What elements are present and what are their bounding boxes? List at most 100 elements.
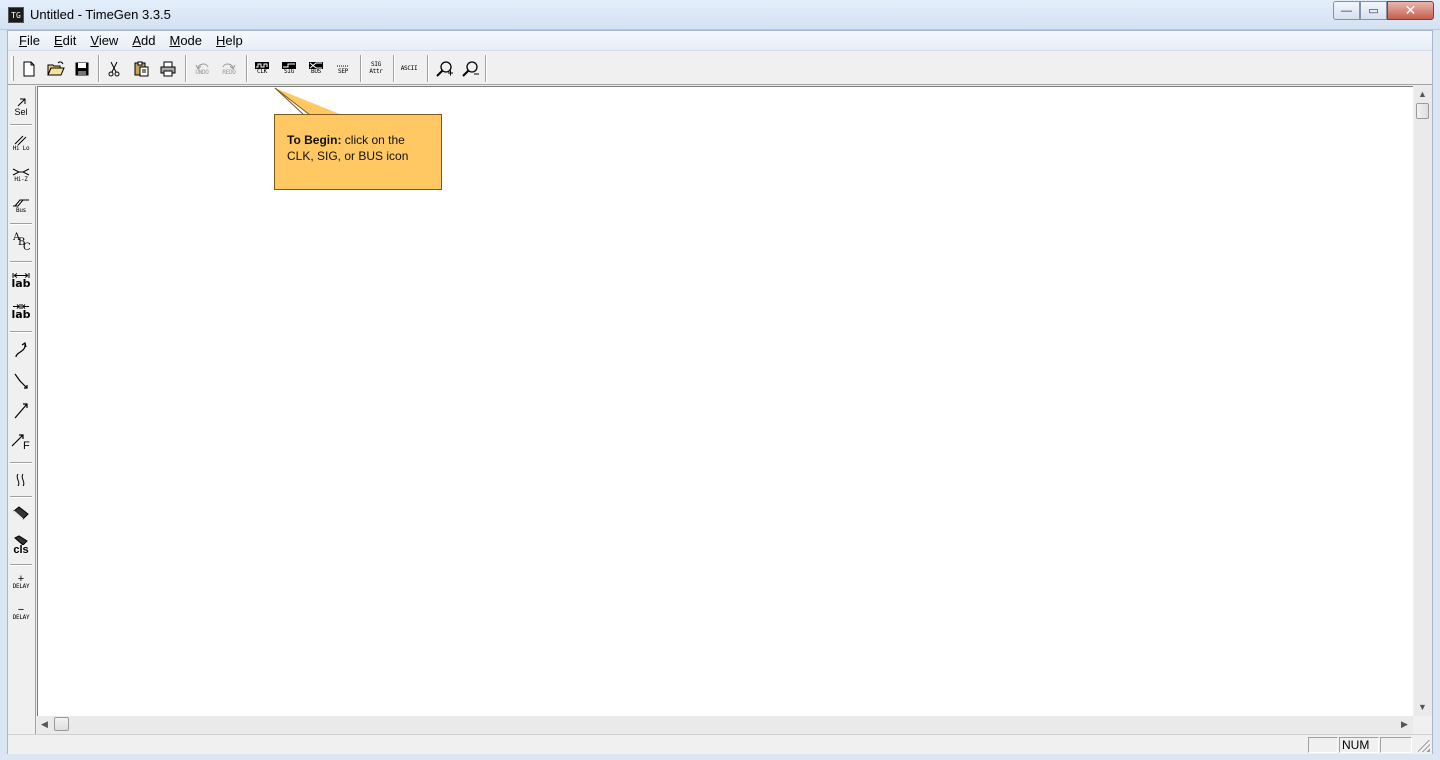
vertical-scroll-thumb[interactable] <box>1416 103 1429 119</box>
left-toolbar: Sel Hi Lo Hi-Z Bus A B C lab lab F cls +… <box>8 86 36 734</box>
title-bar: TG Untitled - TimeGen 3.3.5 — ▭ ✕ <box>0 0 1440 30</box>
window-controls: — ▭ ✕ <box>1333 1 1434 20</box>
scroll-down-icon[interactable]: ▼ <box>1418 702 1427 712</box>
zoom-in-icon <box>436 60 453 77</box>
hi-lo-button[interactable]: Hi Lo <box>9 129 33 157</box>
arrow-line-button[interactable] <box>9 397 33 425</box>
timing-diagram-canvas[interactable]: To Begin: click on the CLK, SIG, or BUS … <box>37 86 1413 716</box>
remove-delay-button[interactable]: − DELAY <box>9 599 33 627</box>
client-area: File Edit View Add Mode Help UNDO REDO C… <box>7 30 1433 754</box>
add-sig-button[interactable]: SIG <box>277 57 301 80</box>
callout-box: To Begin: click on the CLK, SIG, or BUS … <box>274 114 442 190</box>
redo-button[interactable]: REDO <box>217 57 241 80</box>
sel-label: Sel <box>14 106 28 117</box>
lab-label-2: lab <box>11 307 31 321</box>
zoom-out-icon <box>462 60 479 77</box>
horizontal-scrollbar[interactable]: ◀ ▶ <box>37 716 1413 734</box>
select-mode-button[interactable]: Sel <box>9 93 33 121</box>
zoom-in-button[interactable] <box>433 57 457 80</box>
main-toolbar: UNDO REDO CLK SIG BUS SEP SIG Attr ASCII <box>8 52 1432 85</box>
delay-plus-label: DELAY <box>12 582 30 590</box>
signal-attributes-button[interactable]: SIG Attr <box>364 57 388 80</box>
app-icon: TG <box>8 7 24 23</box>
add-clk-button[interactable]: CLK <box>250 57 274 80</box>
redo-label: REDO <box>222 69 236 76</box>
clear-screen-button[interactable]: cls <box>9 531 33 559</box>
hi-z-button[interactable]: Hi-Z <box>9 161 33 189</box>
close-button[interactable]: ✕ <box>1387 1 1434 20</box>
zoom-out-button[interactable] <box>459 57 483 80</box>
paste-button[interactable] <box>129 57 153 80</box>
new-file-button[interactable] <box>17 57 41 80</box>
callout-heading: To Begin: <box>287 133 342 147</box>
abc-text-icon: A B C <box>13 232 31 253</box>
curve-arrow-button[interactable] <box>9 336 33 364</box>
bent-line-icon <box>14 373 28 389</box>
open-folder-icon <box>47 60 65 75</box>
delay-minus-label: DELAY <box>12 613 30 621</box>
status-panel-scroll <box>1380 737 1412 753</box>
window-title: Untitled - TimeGen 3.3.5 <box>30 7 171 22</box>
cls-label: cls <box>13 544 29 556</box>
clk-label: CLK <box>257 68 267 75</box>
undo-button[interactable]: UNDO <box>190 57 214 80</box>
menu-file[interactable]: File <box>12 33 47 48</box>
clipboard-icon <box>134 61 149 76</box>
menu-view[interactable]: View <box>83 33 125 48</box>
bent-line-button[interactable] <box>9 367 33 395</box>
hi-lo-label: Hi Lo <box>12 145 30 152</box>
label-inward-button[interactable]: lab <box>9 297 33 325</box>
add-delay-button[interactable]: + DELAY <box>9 568 33 596</box>
break-squiggle-icon <box>16 473 25 487</box>
callout-pointer <box>274 87 342 116</box>
scroll-up-icon[interactable]: ▲ <box>1418 89 1427 99</box>
menu-edit[interactable]: Edit <box>47 33 83 48</box>
callout-line2: CLK, SIG, or BUS icon <box>287 149 409 163</box>
select-arrow-icon <box>17 98 26 106</box>
menu-mode[interactable]: Mode <box>162 33 209 48</box>
print-button[interactable] <box>156 57 180 80</box>
scroll-right-icon[interactable]: ▶ <box>1401 719 1408 730</box>
status-num-indicator: NUM <box>1339 737 1379 753</box>
toolbar-grip[interactable] <box>11 56 14 81</box>
new-file-icon <box>23 61 35 76</box>
eraser-icon <box>13 506 29 520</box>
maximize-button[interactable]: ▭ <box>1360 1 1387 20</box>
bus-transition-button[interactable]: Bus <box>9 192 33 220</box>
status-panel-caps <box>1308 737 1338 753</box>
text-tool-button[interactable]: A B C <box>9 228 33 256</box>
callout-line1: click on the <box>341 133 405 147</box>
minimize-button[interactable]: — <box>1333 1 1360 20</box>
curve-arrow-icon <box>15 342 27 358</box>
sep-label: SEP <box>338 68 348 75</box>
to-begin-callout: To Begin: click on the CLK, SIG, or BUS … <box>274 87 444 192</box>
sig-label: SIG <box>284 68 294 75</box>
ascii-button[interactable]: ASCII <box>395 57 423 80</box>
scroll-left-icon[interactable]: ◀ <box>41 719 48 730</box>
menu-help[interactable]: Help <box>209 33 250 48</box>
menu-add[interactable]: Add <box>125 33 162 48</box>
add-separator-button[interactable]: SEP <box>331 57 355 80</box>
arrow-f-button[interactable]: F <box>9 429 33 457</box>
break-marker-button[interactable] <box>9 466 33 494</box>
label-horizontal-button[interactable]: lab <box>9 266 33 294</box>
sig-attr-line2: Attr <box>369 68 383 75</box>
vertical-scrollbar[interactable]: ▲ ▼ <box>1414 86 1432 716</box>
status-bar: NUM <box>8 734 1432 754</box>
save-file-button[interactable] <box>70 57 94 80</box>
bus-transition-label: Bus <box>16 207 26 214</box>
undo-label: UNDO <box>195 69 209 76</box>
menu-bar: File Edit View Add Mode Help <box>8 31 1432 51</box>
hi-z-label: Hi-Z <box>14 176 28 183</box>
eraser-button[interactable] <box>9 499 33 527</box>
bus-label: BUS <box>311 68 321 75</box>
save-disk-icon <box>75 62 89 75</box>
cut-button[interactable] <box>102 57 126 80</box>
arrow-f-icon: F <box>11 433 31 453</box>
scissors-icon <box>108 61 120 76</box>
scrollbar-corner <box>1414 716 1432 734</box>
resize-grip-icon[interactable] <box>1418 740 1430 752</box>
horizontal-scroll-thumb[interactable] <box>54 717 69 731</box>
open-file-button[interactable] <box>44 57 68 80</box>
add-bus-button[interactable]: BUS <box>304 57 328 80</box>
